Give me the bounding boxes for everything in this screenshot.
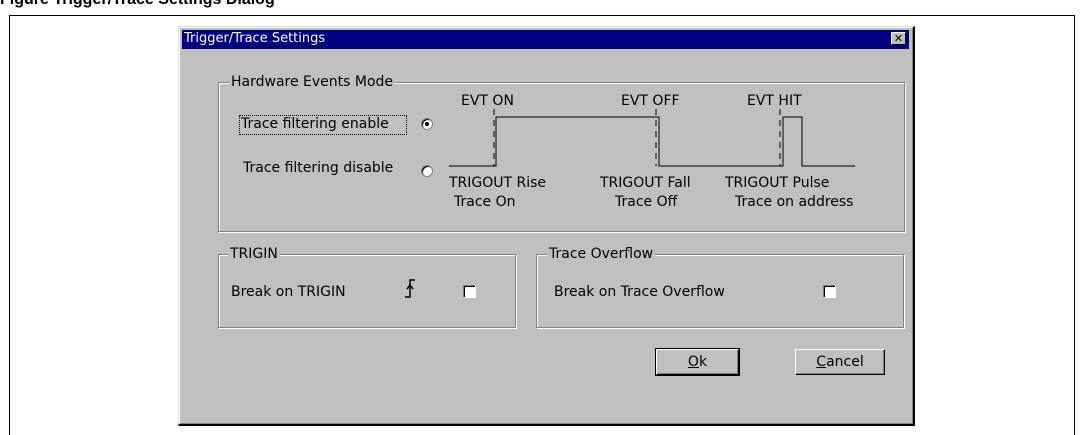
cancel-mnemonic: C [816,354,827,370]
trace-overflow-legend: Trace Overflow [547,246,656,262]
ok-label-rest: k [698,354,708,370]
break-on-trigin-checkbox[interactable] [463,285,476,298]
ok-mnemonic: O [687,354,699,370]
ok-button[interactable]: Ok [655,348,740,376]
figure-caption: Figure Trigger/Trace Settings Dialog [0,0,275,9]
cancel-button[interactable]: Cancel [795,349,885,375]
break-on-trace-overflow-label: Break on Trace Overflow [554,284,725,300]
break-on-trace-overflow-checkbox[interactable] [823,285,836,298]
cancel-label-rest: ancel [826,354,864,370]
figure-caption-strip: Figure Trigger/Trace Settings Dialog [0,0,1084,12]
trigger-trace-dialog: Trigger/Trace Settings ✕ Hardware Events… [178,26,915,426]
